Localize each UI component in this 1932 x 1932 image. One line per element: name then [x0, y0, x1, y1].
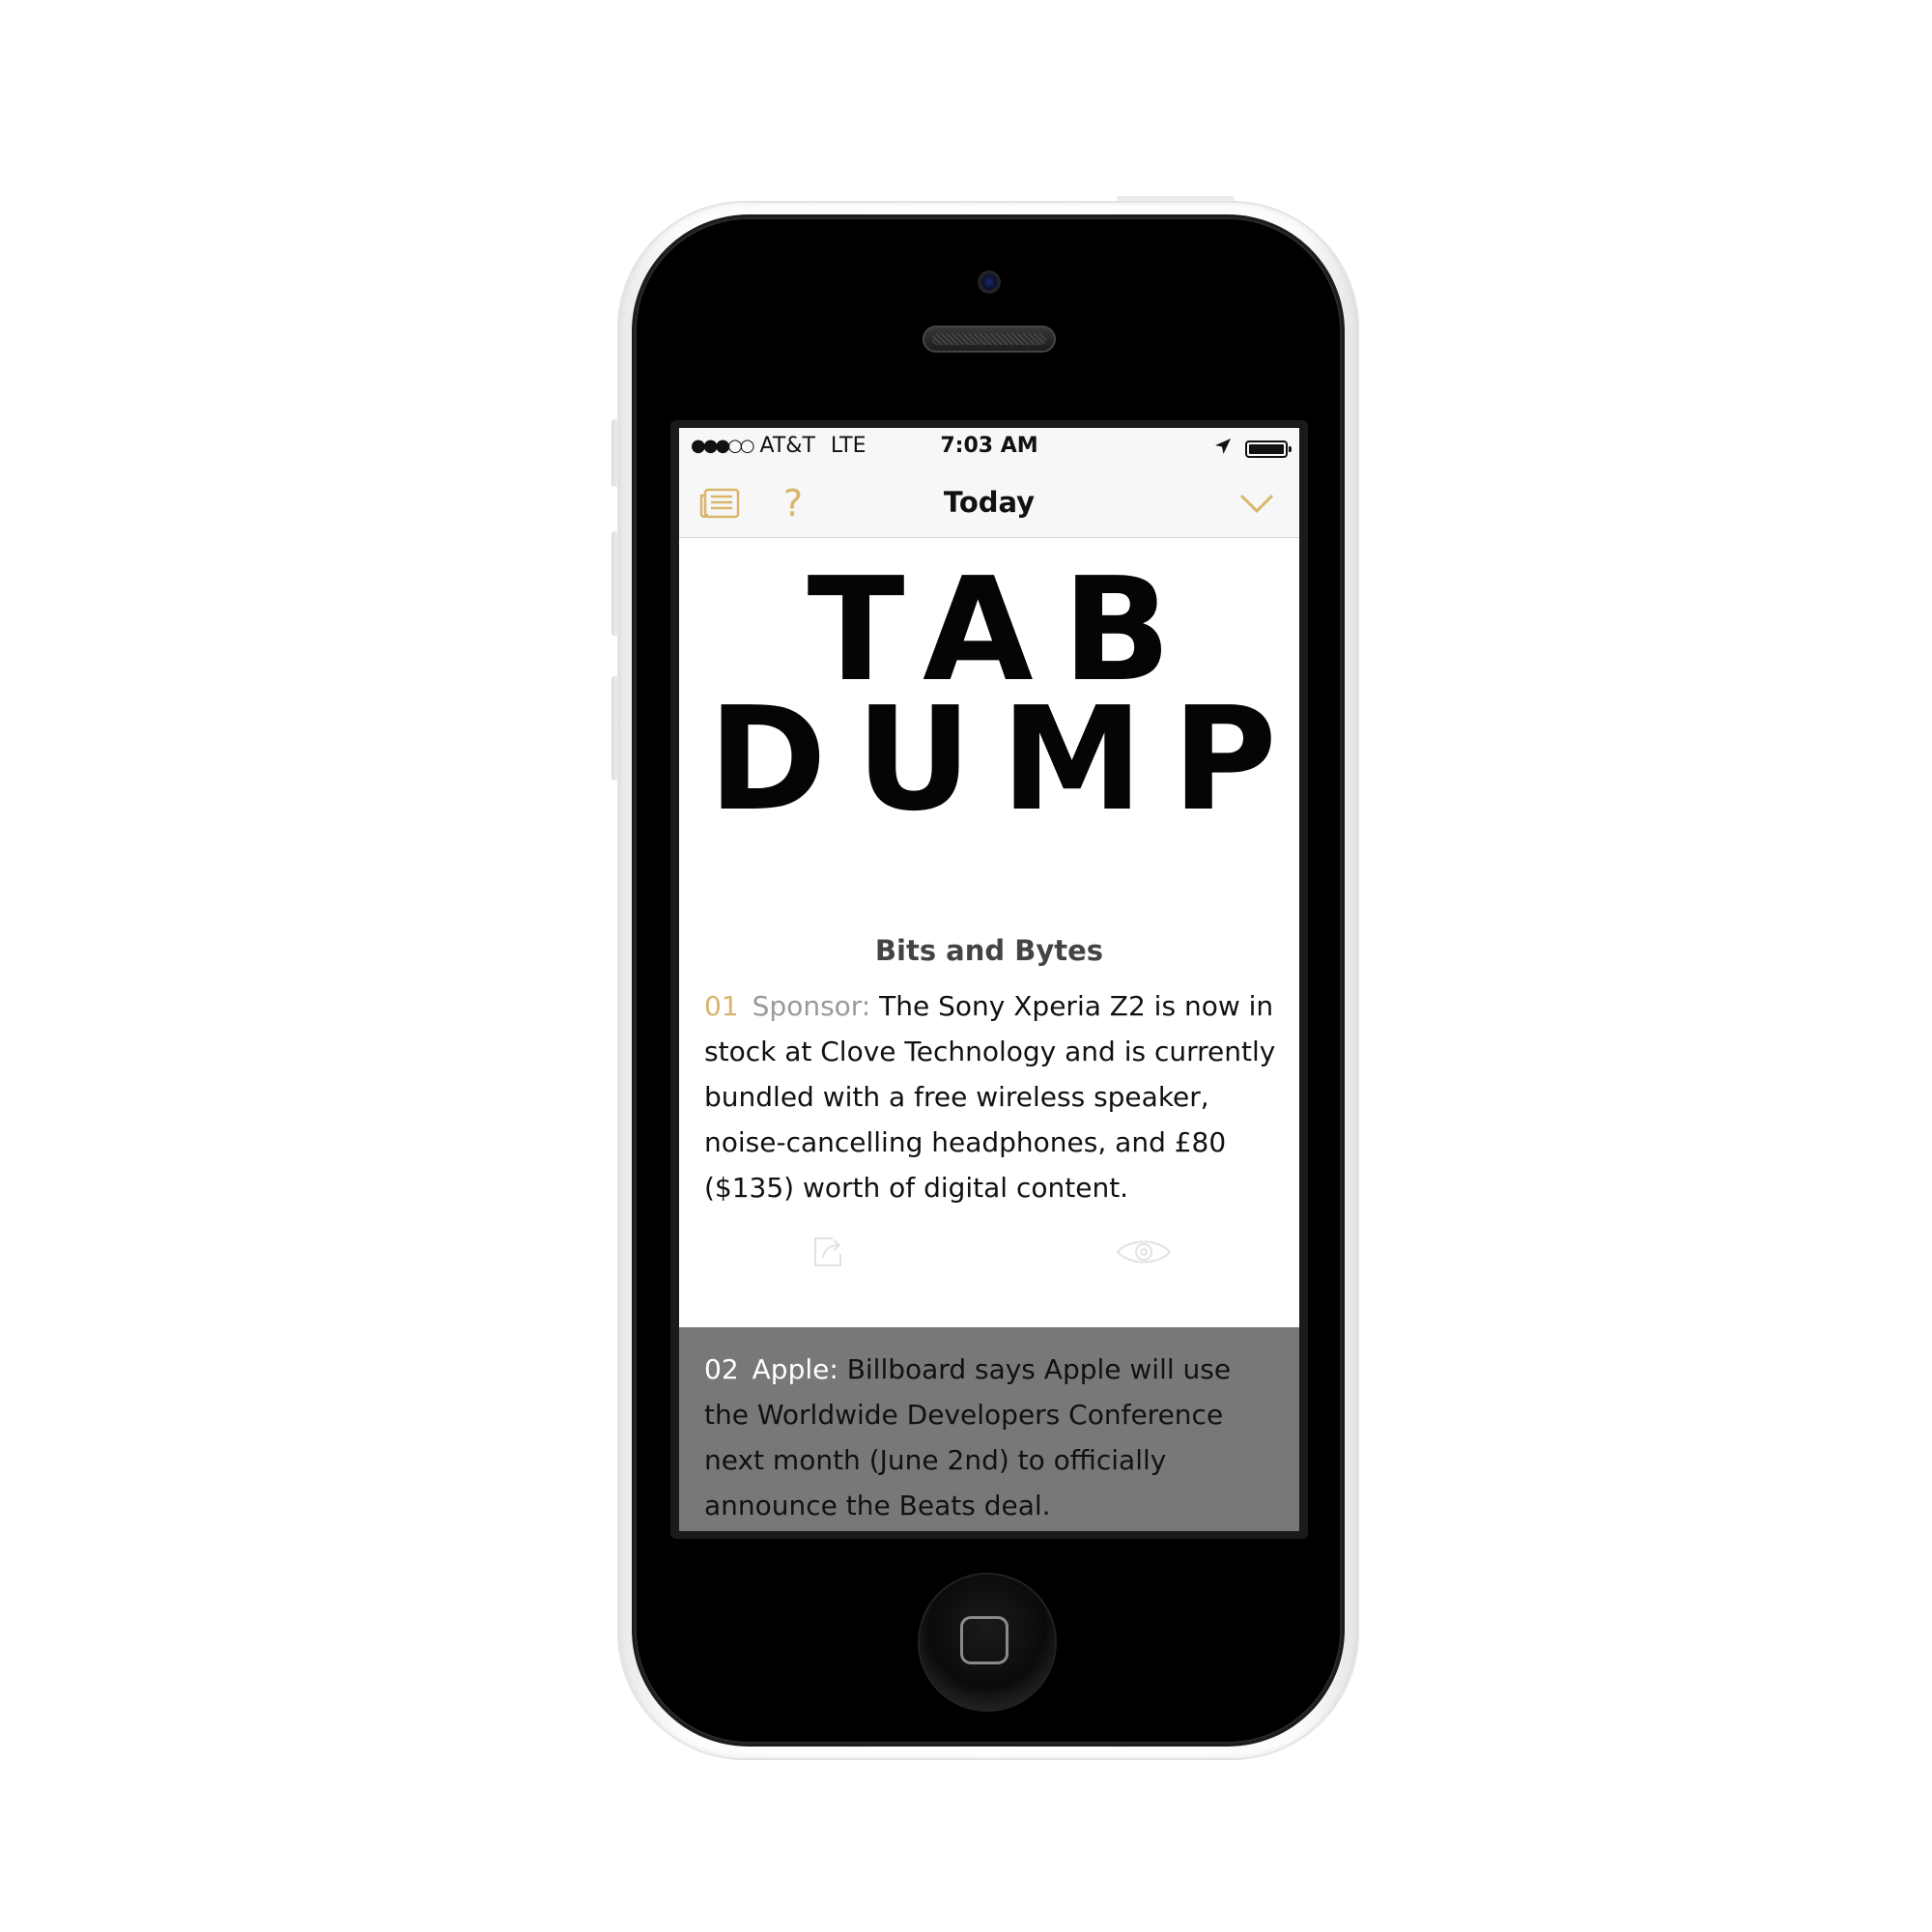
list-item[interactable]: 01 Sponsor: The Sony Xperia Z2 is now in …	[704, 983, 1278, 1210]
item-source: Apple:	[752, 1353, 838, 1385]
logo-line-2: DUMP	[708, 676, 1299, 842]
share-icon[interactable]	[811, 1235, 846, 1273]
item-text: The Sony Xperia Z2 is now in stock at Cl…	[704, 990, 1276, 1204]
status-time: 7:03 AM	[940, 434, 1038, 458]
location-arrow-icon	[1214, 437, 1232, 461]
section-title: Bits and Bytes	[874, 934, 1104, 967]
battery-icon	[1245, 440, 1292, 458]
tab-dump-logo: TAB DUMP	[679, 558, 1299, 831]
item-number: 01	[704, 990, 739, 1022]
status-right	[1214, 437, 1292, 461]
app-screen: ●●●○○ AT&T LTE 7:03 AM ? Today TAB DUMP …	[679, 428, 1299, 1531]
front-camera	[978, 270, 1001, 294]
eye-icon[interactable]	[1116, 1236, 1172, 1271]
navigation-bar: ? Today	[679, 469, 1299, 538]
page-title: Today	[943, 486, 1036, 519]
stage: ●●●○○ AT&T LTE 7:03 AM ? Today TAB DUMP …	[0, 0, 1932, 1932]
item-source: Sponsor:	[752, 990, 871, 1022]
item-number: 02	[704, 1353, 739, 1385]
list-item-content: 02 Apple: Billboard says Apple will use t…	[704, 1347, 1278, 1528]
chevron-down-icon[interactable]	[1237, 484, 1276, 523]
home-button-square-icon	[960, 1616, 1009, 1664]
earpiece-speaker	[923, 326, 1056, 353]
list-item-highlighted[interactable]: 02 Apple: Billboard says Apple will use t…	[679, 1327, 1299, 1531]
item-actions	[679, 1235, 1299, 1293]
status-bar: ●●●○○ AT&T LTE 7:03 AM	[679, 428, 1299, 469]
